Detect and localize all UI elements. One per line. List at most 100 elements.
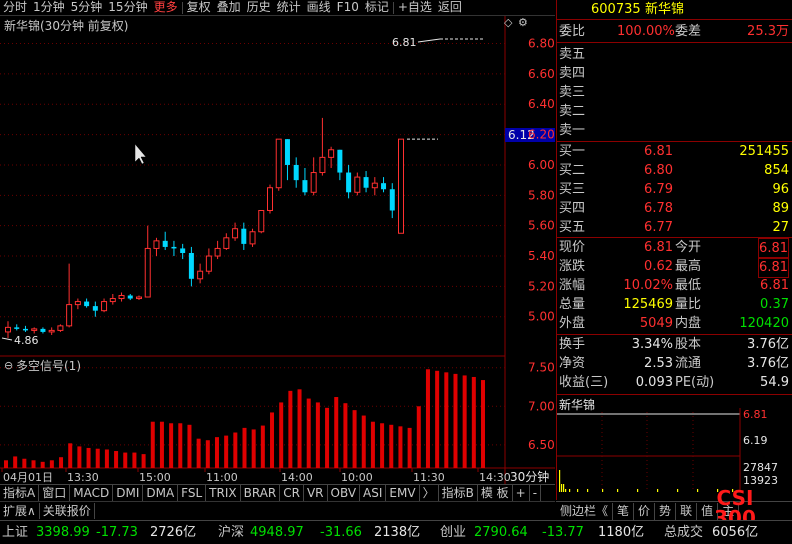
candle [337,149,343,181]
indicator-bar [31,460,36,468]
indicator-tab-1[interactable]: 窗口 [39,485,71,501]
candle [171,240,177,257]
candle [92,301,98,317]
indicator-tab-5[interactable]: FSL [178,485,207,501]
candle [258,209,265,234]
kline-chart[interactable]: 新华锦(30分钟 前复权) ◇ ⚙ 6.814.866.12 6.806.606… [0,16,555,484]
toolbar-item-10[interactable]: F10 [334,0,362,15]
index-ticker: 上证 3398.99 -17.73 2726亿 沪深 4948.97 -31.66 2138亿… [0,520,792,544]
quote-field: 0.093 [635,375,673,390]
toolbar-item-6[interactable]: 叠加 [214,0,244,15]
indicator-bar [59,457,64,468]
indicator-bar [471,376,476,468]
toolbar-item-2[interactable]: 5分钟 [68,0,106,15]
indicator-tab-9[interactable]: VR [304,485,328,501]
indicator-tab-7[interactable]: BRAR [241,485,281,501]
toolbar-item-1[interactable]: 1分钟 [30,0,68,15]
indicator-tab-8[interactable]: CR [280,485,304,501]
indicator-tab-6[interactable]: TRIX [206,485,241,501]
toolbar-item-5[interactable]: 复权 [184,0,214,15]
indicator-tab-4[interactable]: DMA [143,485,179,501]
extension-tab-0[interactable]: 扩展∧ [0,502,40,519]
sidebar-strip-item-1[interactable]: 笔 [613,502,635,520]
sidebar-strip-item-0[interactable]: 侧边栏《 [556,502,614,520]
quote-field: 6.79 [644,182,673,197]
buy-row: 买三 6.79 96 [557,180,792,199]
indicator-tab-16[interactable]: + [513,485,530,501]
candle [205,248,212,275]
quote-field: 6.81 [644,240,673,255]
indicator-axis-label: 6.50 [528,438,555,452]
quote-field: 5049 [639,316,673,331]
toolbar-item-7[interactable]: 历史 [244,0,274,15]
indicator-tab-11[interactable]: ASI [360,485,387,501]
indicator-panel: ⊖ 多空信号(1) 7.50 7.00 6.50 [4,359,555,468]
price-label: 6.60 [528,67,555,81]
mouse-cursor-icon [134,143,147,165]
quote-field: 买四 [559,201,586,216]
mini-timeshare-chart[interactable]: 新华锦6.816.192784713923 [557,396,792,492]
time-label: 14:30 [479,471,511,484]
ticker-name: 上证 [2,525,29,540]
quote-field: 涨跌 [559,259,586,274]
ticker-chg: -31.66 [320,525,362,540]
toolbar-item-3[interactable]: 15分钟 [105,0,150,15]
indicator-bar [86,447,91,468]
sidebar-strip-item-2[interactable]: 价 [634,502,656,520]
indicator-tab-2[interactable]: MACD [70,485,114,501]
indicator-tab-0[interactable]: 指标A [0,485,40,501]
separator [392,1,394,14]
sidebar-strip-item-4[interactable]: 联 [676,502,698,520]
indicator-tab-17[interactable]: - [530,485,542,501]
candle [127,293,133,301]
stat-row: 外盘 5049 内盘 120420 [557,314,792,333]
indicator-bar [325,407,330,468]
low-marker-label: 4.86 [14,334,39,347]
period-toolbar: 分时 1分钟 5分钟 15分钟 更多 复权 叠加 历史 统计 画线 F10 标记 +自选 返回 [0,0,555,16]
buy-row: 买四 6.78 89 [557,199,792,218]
ticker-chg: -17.73 [96,525,138,540]
toolbar-item-13[interactable]: 返回 [435,0,465,15]
mini-chart-title: 新华锦 [559,397,595,412]
quote-field: 3.34% [631,337,673,352]
indicator-tab-15[interactable]: 模 板 [478,485,513,501]
indicator-tab-12[interactable]: EMV [386,485,420,501]
quote-panel: 600735 新华锦 委比 100.00% 委差 25.3万 卖五 卖四 卖三 卖二 卖一 买一 6.8… [556,0,792,500]
candle [398,138,404,234]
toolbar-item-9[interactable]: 画线 [304,0,334,15]
indicator-tab-13[interactable]: 〉 [420,485,439,501]
ticker-name: 创业 [440,525,467,540]
quote-field: 买五 [559,220,586,235]
extension-tabs: 扩展∧ 关联报价 [0,501,555,519]
buy-row: 买五 6.77 27 [557,218,792,237]
toolbar-item-11[interactable]: 标记 [362,0,392,15]
sidebar-strip-item-3[interactable]: 势 [655,502,677,520]
toolbar-item-8[interactable]: 统计 [274,0,304,15]
indicator-bar [224,435,229,468]
indicator-tab-14[interactable]: 指标B [439,485,478,501]
time-label: 10:00 [341,471,373,484]
sell-row: 卖五 [557,45,792,64]
indicator-bar [260,425,265,468]
indicator-tab-10[interactable]: OBV [328,485,361,501]
indicator-bar [114,451,119,468]
extension-tab-1[interactable]: 关联报价 [40,502,95,519]
candle [267,184,273,214]
mini-volume-bar [569,489,571,492]
toolbar-item-12[interactable]: +自选 [395,0,435,15]
toolbar-item-4[interactable]: 更多 [151,0,181,15]
indicator-bar [343,403,348,468]
high-marker-label: 6.81 [392,36,417,49]
quote-field: 600735 [591,2,641,17]
quote-field: PE(动) [675,375,715,390]
price-label: 5.00 [528,310,555,324]
candle [144,225,151,298]
indicator-tab-3[interactable]: DMI [113,485,144,501]
quote-field: 6.81 [758,238,789,259]
candle [381,177,387,193]
indicator-bar [361,415,366,468]
toolbar-item-0[interactable]: 分时 [0,0,30,15]
quote-field: 125469 [623,297,673,312]
quote-field: 3.76亿 [747,356,789,371]
candle [275,138,282,191]
